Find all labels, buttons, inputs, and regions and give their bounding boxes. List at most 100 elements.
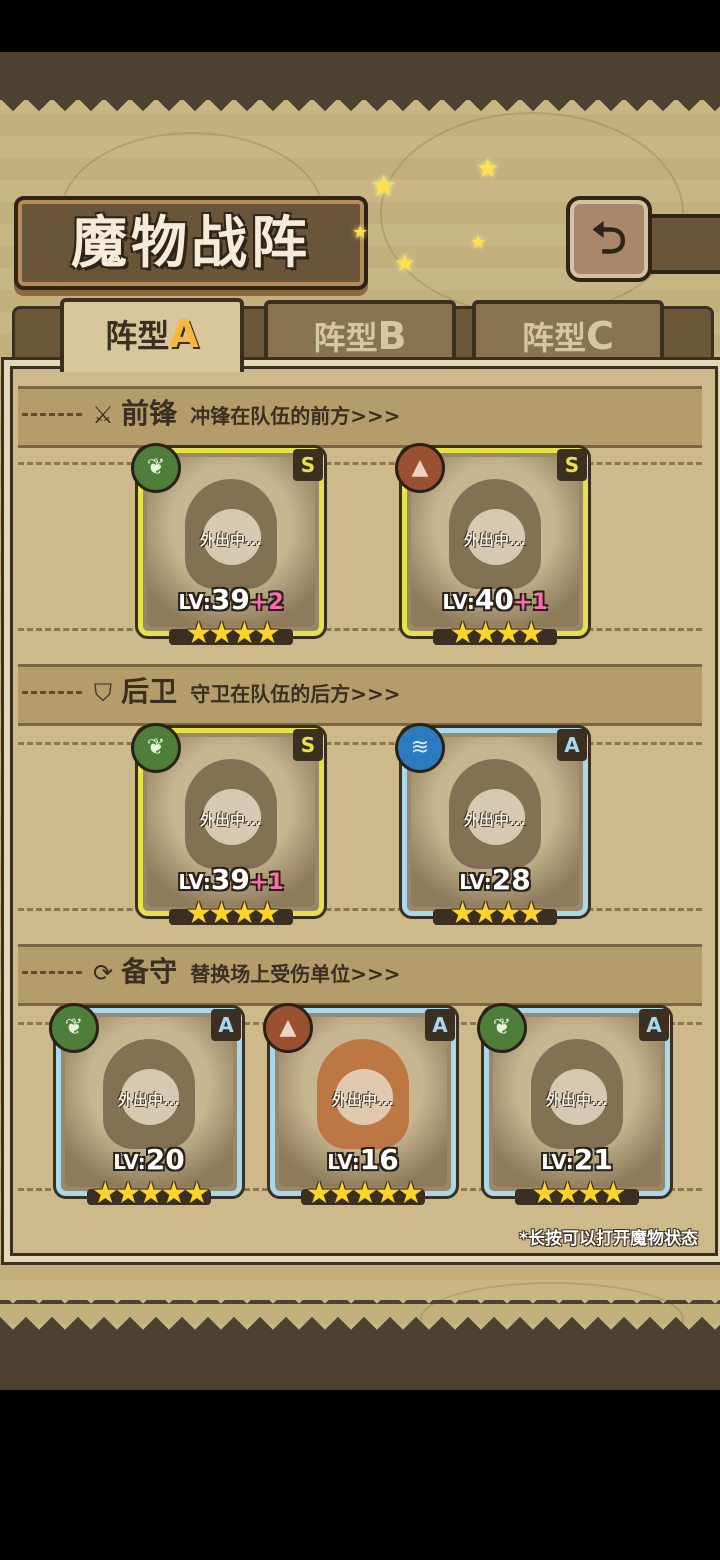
grade-badge: A [211,1009,241,1041]
sword-icon: ⚔ [92,401,114,429]
level-label: LV: [178,590,211,614]
unit-status: 外出中... [545,1091,609,1109]
earth-element-icon: ▲ [395,443,445,493]
unit-card[interactable]: 外出中... LV:39+1 S ❦ ★★★★ [131,723,324,929]
level-value: 39 [210,863,250,896]
star-rating: ★★★★ [185,616,281,651]
section-desc: 守卫在队伍的后方>>> [190,682,401,706]
unit-level: LV:21 [489,1143,665,1176]
divider [18,628,702,631]
level-value: 39 [210,583,250,616]
level-label: LV: [442,590,475,614]
tab-label: 阵型 [313,319,378,357]
back-button[interactable]: ⮌ [566,196,652,282]
tab-label: 阵型 [105,317,170,355]
level-label: LV: [327,1150,360,1174]
unit-status: 外出中... [199,531,263,549]
leaf-element-icon: ❦ [49,1003,99,1053]
unit-card[interactable]: 外出中... LV:16 A ▲ ★★★★★ [263,1003,456,1209]
level-label: LV: [113,1150,146,1174]
bottom-frame [0,1330,720,1390]
divider [18,742,702,745]
leaf-element-icon: ❦ [131,443,181,493]
tab-formation-a[interactable]: 阵型A [60,298,244,372]
grade-badge: A [425,1009,455,1041]
sparkle-star-icon: ★ [470,232,487,253]
unit-status: 外出中... [463,811,527,829]
star-rating: ★★★★ [185,896,281,931]
shield-icon: ⛉ [94,679,112,707]
grade-badge: S [293,449,323,481]
sparkle-star-icon: ★ [476,154,500,184]
level-value: 20 [145,1143,185,1176]
grade-badge: A [557,729,587,761]
unit-card[interactable]: 外出中... LV:20 A ❦ ★★★★★ [49,1003,242,1209]
section-desc: 替换场上受伤单位>>> [190,962,401,986]
star-rating: ★★★★ [449,896,545,931]
section-title-reserve: ⟳ 备守 替换场上受伤单位>>> [90,944,401,1000]
level-label: LV: [178,870,211,894]
bottom-blank [0,1390,720,1560]
level-value: 21 [573,1143,613,1176]
unit-card[interactable]: 外出中... LV:39+2 S ❦ ★★★★ [131,443,324,649]
unit-level: LV:16 [275,1143,451,1176]
level-value: 28 [491,863,531,896]
sparkle-star-icon: ★ [394,249,416,277]
tab-letter: B [377,314,407,358]
back-rail [648,214,720,274]
unit-level: LV:28 [407,863,583,896]
level-label: LV: [541,1150,574,1174]
unit-status: 外出中... [331,1091,395,1109]
unit-level: LV:39+1 [143,863,319,896]
tab-letter: C [586,314,614,358]
long-press-hint: *长按可以打开魔物状态 [519,1229,698,1249]
earth-element-icon: ▲ [263,1003,313,1053]
unit-status: 外出中... [199,811,263,829]
divider [18,462,702,465]
divider [18,908,702,911]
sparkle-star-icon: ★ [352,222,369,243]
level-bonus: +1 [513,590,548,615]
level-value: 16 [359,1143,399,1176]
leaf-element-icon: ❦ [131,723,181,773]
section-name: 后卫 [121,675,178,708]
star-rating: ★★★★ [531,1176,627,1211]
status-bar [0,0,720,52]
page-title: 魔物战阵 [71,210,311,276]
level-label: LV: [459,870,492,894]
grade-badge: S [557,449,587,481]
unit-status: 外出中... [463,531,527,549]
section-title-back: ⛉ 后卫 守卫在队伍的后方>>> [90,664,400,720]
tab-letter: A [169,312,199,356]
unit-card[interactable]: 外出中... LV:21 A ❦ ★★★★ [477,1003,670,1209]
return-arrow-icon: ⮌ [591,213,627,264]
star-rating: ★★★★★ [305,1176,424,1211]
divider [22,413,82,416]
star-rating: ★★★★★ [91,1176,210,1211]
swap-icon: ⟳ [92,959,114,987]
bottom-zigzag-edge [0,1300,720,1330]
level-value: 40 [474,583,514,616]
water-element-icon: ≋ [395,723,445,773]
unit-card[interactable]: 外出中... LV:28 A ≋ ★★★★ [395,723,588,929]
divider [22,971,82,974]
divider [22,691,82,694]
grade-badge: A [639,1009,669,1041]
section-name: 前锋 [121,397,178,430]
top-zigzag-edge [0,98,720,124]
level-bonus: +2 [249,590,284,615]
unit-level: LV:39+2 [143,583,319,616]
level-bonus: +1 [249,870,284,895]
leaf-element-icon: ❦ [477,1003,527,1053]
unit-level: LV:20 [61,1143,237,1176]
unit-level: LV:40+1 [407,583,583,616]
unit-status: 外出中... [117,1091,181,1109]
title-plate: 魔物战阵 [14,196,368,290]
grade-badge: S [293,729,323,761]
top-frame [0,52,720,100]
section-name: 备守 [121,955,178,988]
section-desc: 冲锋在队伍的前方>>> [190,404,401,428]
tab-label: 阵型 [522,319,587,357]
unit-card[interactable]: 外出中... LV:40+1 S ▲ ★★★★ [395,443,588,649]
sparkle-star-icon: ★ [370,169,397,204]
